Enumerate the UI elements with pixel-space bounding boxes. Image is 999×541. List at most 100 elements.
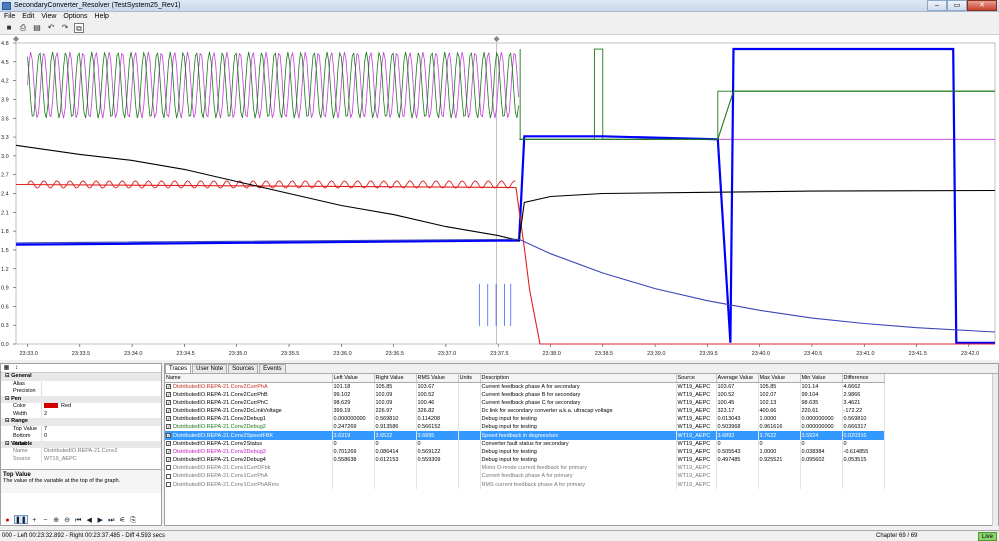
trace-checkbox[interactable]: ✓ — [166, 457, 171, 463]
prop-category[interactable]: ⊟ General — [1, 373, 161, 381]
snapshot-icon[interactable]: ⧉ — [74, 23, 84, 33]
trace-cell: 0.503968 — [716, 423, 759, 432]
x-tick-label: 23:36.5 — [386, 351, 404, 357]
prop-row[interactable]: Top Value 7 — [1, 425, 161, 433]
trace-name-cell: ✓ DistributedIO.REPA-21.Conv2CurrPhA — [165, 382, 333, 391]
prop-category[interactable]: ⊟ Variable — [1, 440, 161, 448]
prop-value: WT19_AEPC — [41, 455, 161, 463]
trace-row[interactable]: DistributedIO.REPA-21.Conv1CurrDFbk Motor… — [165, 464, 885, 473]
trace-checkbox[interactable]: ✓ — [166, 408, 171, 414]
maximize-button[interactable]: ▭ — [947, 0, 967, 11]
trace-cell — [458, 390, 481, 399]
y-tick-label: 1.2 — [1, 267, 9, 273]
trace-row[interactable]: ✓ DistributedIO.REPA-21.Conv2Debug1 0.0000… — [165, 415, 885, 424]
trace-row[interactable]: ✓ DistributedIO.REPA-21.Conv2CurrPhB 99.10… — [165, 390, 885, 399]
undo-icon[interactable]: ↶ — [46, 23, 56, 33]
tab-user-note[interactable]: User Note — [192, 364, 228, 373]
column-header[interactable]: Average Value — [716, 374, 759, 383]
trace-cell: WT19_AEPC — [676, 431, 717, 440]
trace-checkbox[interactable]: ✓ — [166, 391, 171, 397]
trace-cell: 3.4621 — [842, 398, 885, 407]
trace-row[interactable]: ✓ DistributedIO.REPA-21.Conv2Debug3 0.7012… — [165, 447, 885, 456]
menu-view[interactable]: View — [41, 12, 56, 22]
redo-icon[interactable]: ↷ — [60, 23, 70, 33]
prop-row[interactable]: Source WT19_AEPC — [1, 455, 161, 463]
trace-cell: 101.18 — [332, 382, 375, 391]
minimize-button[interactable]: – — [927, 0, 947, 11]
column-header[interactable]: RMS Value — [416, 374, 459, 383]
prev-icon[interactable]: ◀ — [85, 515, 94, 524]
trace-cell — [332, 472, 375, 481]
trace-checkbox[interactable] — [166, 465, 171, 471]
alphabetical-icon[interactable]: ↕ — [13, 365, 20, 372]
trace-checkbox[interactable]: ✓ — [166, 448, 171, 454]
column-header[interactable]: Description — [480, 374, 677, 383]
tab-sources[interactable]: Sources — [228, 364, 259, 373]
trace-cell: 99.104 — [800, 390, 843, 399]
trace-name: DistributedIO.REPA-21.Conv2CurrPhA — [173, 383, 268, 390]
column-header[interactable]: Source — [676, 374, 717, 383]
prop-row[interactable]: Precision — [1, 388, 161, 396]
trace-row[interactable]: ✓ DistributedIO.REPA-21.Conv2CurrPhC 98.62… — [165, 398, 885, 407]
trace-row[interactable]: ✓ DistributedIO.REPA-21.Conv2Debug4 0.5586… — [165, 456, 885, 465]
live-indicator[interactable]: Live — [977, 532, 997, 541]
prop-row[interactable]: Alias — [1, 380, 161, 388]
tab-traces[interactable]: Traces — [165, 364, 192, 373]
trace-cell: 0.497485 — [716, 456, 759, 465]
trace-row[interactable]: ✓ DistributedIO.REPA-21.Conv2DcLinkVoltag… — [165, 406, 885, 416]
close-button[interactable]: ✕ — [967, 0, 997, 11]
prop-row[interactable]: Bottom Value 0 — [1, 433, 161, 447]
trace-checkbox[interactable] — [166, 473, 171, 479]
trace-cell: 100.52 — [416, 390, 459, 399]
save-icon[interactable]: ■ — [4, 23, 14, 33]
column-header[interactable]: Left Value — [332, 374, 375, 383]
menu-options[interactable]: Options — [63, 12, 87, 22]
column-header[interactable]: Max Value — [758, 374, 801, 383]
pause-icon[interactable]: ❚❚ — [14, 515, 28, 524]
zoom-out-icon[interactable]: ⊖ — [63, 515, 72, 524]
record-icon[interactable]: ● — [3, 515, 12, 524]
trace-row[interactable]: ✓ DistributedIO.REPA-21.Conv2Status 0 0 0 Con… — [165, 439, 885, 448]
menu-file[interactable]: File — [4, 12, 15, 22]
chart-icon[interactable]: ⚟ — [118, 515, 127, 524]
trace-row[interactable]: ✓ DistributedIO.REPA-21.Conv2Debug2 0.2472… — [165, 423, 885, 432]
prop-row[interactable]: Color Red — [1, 403, 161, 411]
traces-scrollbar[interactable] — [992, 374, 998, 526]
categorized-icon[interactable]: ▦ — [3, 365, 10, 372]
trace-checkbox[interactable]: ✓ — [166, 440, 171, 446]
tab-events[interactable]: Events — [259, 364, 286, 373]
last-icon[interactable]: ⏭ — [107, 515, 116, 524]
menu-edit[interactable]: Edit — [22, 12, 34, 22]
column-header[interactable]: Right Value — [374, 374, 417, 383]
prop-category[interactable]: ⊟ Pen — [1, 395, 161, 403]
zoom-in-icon[interactable]: ⊕ — [52, 515, 61, 524]
trace-checkbox[interactable]: ✓ — [166, 383, 171, 389]
trace-checkbox[interactable]: ✓ — [166, 432, 171, 438]
prop-row[interactable]: Name DistributedIO.REPA-21.Conv2 — [1, 448, 161, 456]
column-header[interactable]: Name — [165, 374, 333, 383]
column-header[interactable]: Min Value — [800, 374, 843, 383]
trace-checkbox[interactable]: ✓ — [166, 399, 171, 405]
print-icon[interactable]: ⎙ — [18, 23, 28, 33]
column-header[interactable]: Difference — [842, 374, 885, 383]
trace-cell — [800, 464, 843, 473]
column-header[interactable]: Units — [458, 374, 481, 383]
first-icon[interactable]: ⏮ — [74, 515, 83, 524]
trace-row[interactable]: DistributedIO.REPA-21.Conv1CurrPhA Curren… — [165, 472, 885, 481]
print-preview-icon[interactable]: ▤ — [32, 23, 42, 33]
trace-cell: WT19_AEPC — [676, 415, 717, 424]
trace-row[interactable]: DistributedIO.REPA-21.Conv1CurrPhARms RMS… — [165, 480, 885, 489]
next-icon[interactable]: ▶ — [96, 515, 105, 524]
prop-row[interactable]: Width 2 — [1, 410, 161, 418]
trace-row[interactable]: ✓ DistributedIO.REPA-21.Conv2CurrPhA 101.1… — [165, 382, 885, 391]
menu-help[interactable]: Help — [95, 12, 109, 22]
trace-checkbox[interactable]: ✓ — [166, 424, 171, 430]
trend-plot[interactable]: 4.8 4.5 4.2 3.9 3.6 3.3 3.0 2.7 2.4 2.1 1.8 1.5 1.2 0… — [0, 35, 999, 360]
trace-checkbox[interactable]: ✓ — [166, 416, 171, 422]
add-icon[interactable]: + — [30, 515, 39, 524]
remove-icon[interactable]: − — [41, 515, 50, 524]
trace-row[interactable]: ✓ DistributedIO.REPA-21.Conv2SpeedFBK 3.63… — [165, 431, 885, 440]
trace-checkbox[interactable] — [166, 481, 171, 487]
export-icon[interactable]: ⎘ — [129, 515, 138, 524]
prop-category[interactable]: ⊟ Range — [1, 418, 161, 426]
